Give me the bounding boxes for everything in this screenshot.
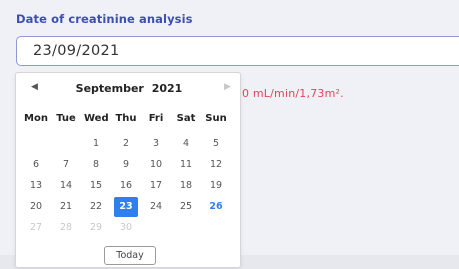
today-day[interactable]: 26 — [204, 197, 228, 217]
calendar-month: September — [75, 82, 144, 95]
calendar-day[interactable]: 7 — [54, 155, 78, 175]
calendar-day[interactable]: 22 — [84, 197, 108, 217]
date-input-value: 23/09/2021 — [33, 43, 120, 59]
calendar-day[interactable]: 5 — [204, 134, 228, 154]
calendar-day[interactable]: 19 — [204, 176, 228, 196]
calendar-day[interactable]: 27 — [24, 218, 48, 238]
weekday-label: Sun — [205, 113, 227, 124]
calendar-day[interactable]: 29 — [84, 218, 108, 238]
date-input[interactable]: 23/09/2021 — [16, 36, 459, 66]
calendar-year: 2021 — [151, 82, 183, 95]
calendar-day[interactable]: 8 — [84, 155, 108, 175]
weekday-label: Mon — [24, 113, 48, 124]
calendar-day[interactable]: 15 — [84, 176, 108, 196]
calendar-day[interactable]: 3 — [144, 134, 168, 154]
weekday-label: Fri — [148, 113, 164, 124]
next-month-icon[interactable]: ▶ — [224, 82, 231, 92]
calendar-day[interactable]: 24 — [144, 197, 168, 217]
selected-day[interactable]: 23 — [114, 197, 138, 217]
calendar-day[interactable]: 6 — [24, 155, 48, 175]
calendar-day[interactable]: 9 — [114, 155, 138, 175]
calendar-day[interactable]: 20 — [24, 197, 48, 217]
calendar-day[interactable]: 11 — [174, 155, 198, 175]
weekday-label: Sat — [176, 113, 196, 124]
calendar-day[interactable]: 21 — [54, 197, 78, 217]
calendar-day[interactable]: 18 — [174, 176, 198, 196]
calendar-day[interactable]: 4 — [174, 134, 198, 154]
calendar-day[interactable]: 17 — [144, 176, 168, 196]
calendar-day[interactable]: 10 — [144, 155, 168, 175]
weekday-label: Tue — [56, 113, 76, 124]
calendar-day[interactable]: 12 — [204, 155, 228, 175]
calendar-day[interactable]: 14 — [54, 176, 78, 196]
calendar-title: September 2021 — [16, 82, 242, 95]
calendar-day[interactable]: 1 — [84, 134, 108, 154]
validation-error-text: 0 mL/min/1,73m². — [242, 87, 344, 100]
calendar-day[interactable]: 16 — [114, 176, 138, 196]
weekday-label: Thu — [115, 113, 137, 124]
weekday-header-row: Mon Tue Wed Thu Fri Sat Sun — [16, 112, 242, 126]
today-button[interactable]: Today — [104, 246, 156, 265]
calendar-day[interactable]: 28 — [54, 218, 78, 238]
calendar-day[interactable]: 13 — [24, 176, 48, 196]
date-picker-popup: ◀ September 2021 ▶ Mon Tue Wed Thu Fri S… — [15, 72, 241, 268]
field-label: Date of creatinine analysis — [16, 12, 193, 26]
weekday-label: Wed — [84, 113, 109, 124]
calendar-day[interactable]: 30 — [114, 218, 138, 238]
calendar-day[interactable]: 2 — [114, 134, 138, 154]
calendar-day[interactable]: 25 — [174, 197, 198, 217]
